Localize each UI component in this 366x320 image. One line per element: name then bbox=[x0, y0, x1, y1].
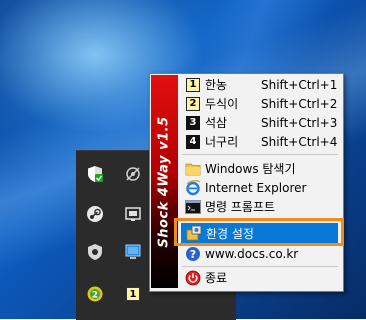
help-icon: ? bbox=[185, 246, 201, 262]
menu-item-label: Internet Explorer bbox=[205, 180, 307, 195]
number-1-icon: 1 bbox=[185, 77, 201, 93]
menu-item-windows-explorer[interactable]: Windows 탐색기 bbox=[180, 159, 340, 178]
ie-icon bbox=[185, 179, 201, 196]
menu-item-shortcut: Shift+Ctrl+2 bbox=[261, 96, 338, 111]
menu-item-mode-4[interactable]: 4 너구리 Shift+Ctrl+4 bbox=[180, 132, 340, 151]
steam-icon[interactable] bbox=[84, 203, 106, 225]
power-icon bbox=[185, 270, 201, 286]
number-2-icon: 2 bbox=[185, 96, 201, 112]
update-badge-icon[interactable]: 2 bbox=[84, 283, 106, 305]
menu-item-exit[interactable]: 종료 bbox=[180, 268, 340, 287]
mode-indicator-number: 1 bbox=[126, 287, 140, 301]
display-icon[interactable] bbox=[122, 203, 144, 225]
monitor-icon[interactable] bbox=[122, 241, 144, 263]
number-4-icon: 4 bbox=[185, 134, 201, 150]
shield-icon[interactable] bbox=[84, 241, 106, 263]
number-3-icon: 3 bbox=[185, 115, 201, 131]
menu-item-label: 명령 프롬프트 bbox=[205, 200, 276, 214]
menu-item-shortcut: Shift+Ctrl+1 bbox=[261, 77, 338, 92]
svg-text:?: ? bbox=[190, 248, 196, 261]
mode-indicator-icon[interactable]: 1 bbox=[122, 283, 144, 305]
menu-item-label: www.docs.co.kr bbox=[205, 246, 299, 261]
menu-item-internet-explorer[interactable]: Internet Explorer bbox=[180, 178, 340, 197]
menu-item-shortcut: Shift+Ctrl+4 bbox=[261, 134, 338, 149]
tray-badge-number: 2 bbox=[92, 291, 98, 301]
menu-item-label: 종료 bbox=[205, 271, 228, 285]
highlight-box bbox=[174, 218, 344, 246]
folder-icon bbox=[185, 161, 201, 177]
menu-item-mode-1[interactable]: 1 한농 Shift+Ctrl+1 bbox=[180, 75, 340, 94]
network-icon[interactable] bbox=[122, 163, 144, 185]
banner-title: Shock 4Way v1.5 bbox=[156, 116, 172, 248]
cmd-icon bbox=[185, 199, 201, 215]
menu-separator bbox=[182, 154, 338, 155]
menu-item-website[interactable]: ? www.docs.co.kr bbox=[180, 244, 340, 263]
menu-separator bbox=[182, 266, 338, 267]
menu-item-command-prompt[interactable]: 명령 프롬프트 bbox=[180, 197, 340, 216]
menu-item-label: Windows 탐색기 bbox=[205, 162, 296, 176]
menu-item-mode-2[interactable]: 2 두식이 Shift+Ctrl+2 bbox=[180, 94, 340, 113]
menu-item-mode-3[interactable]: 3 석삼 Shift+Ctrl+3 bbox=[180, 113, 340, 132]
menu-item-shortcut: Shift+Ctrl+3 bbox=[261, 115, 338, 130]
defender-icon[interactable] bbox=[84, 163, 106, 185]
